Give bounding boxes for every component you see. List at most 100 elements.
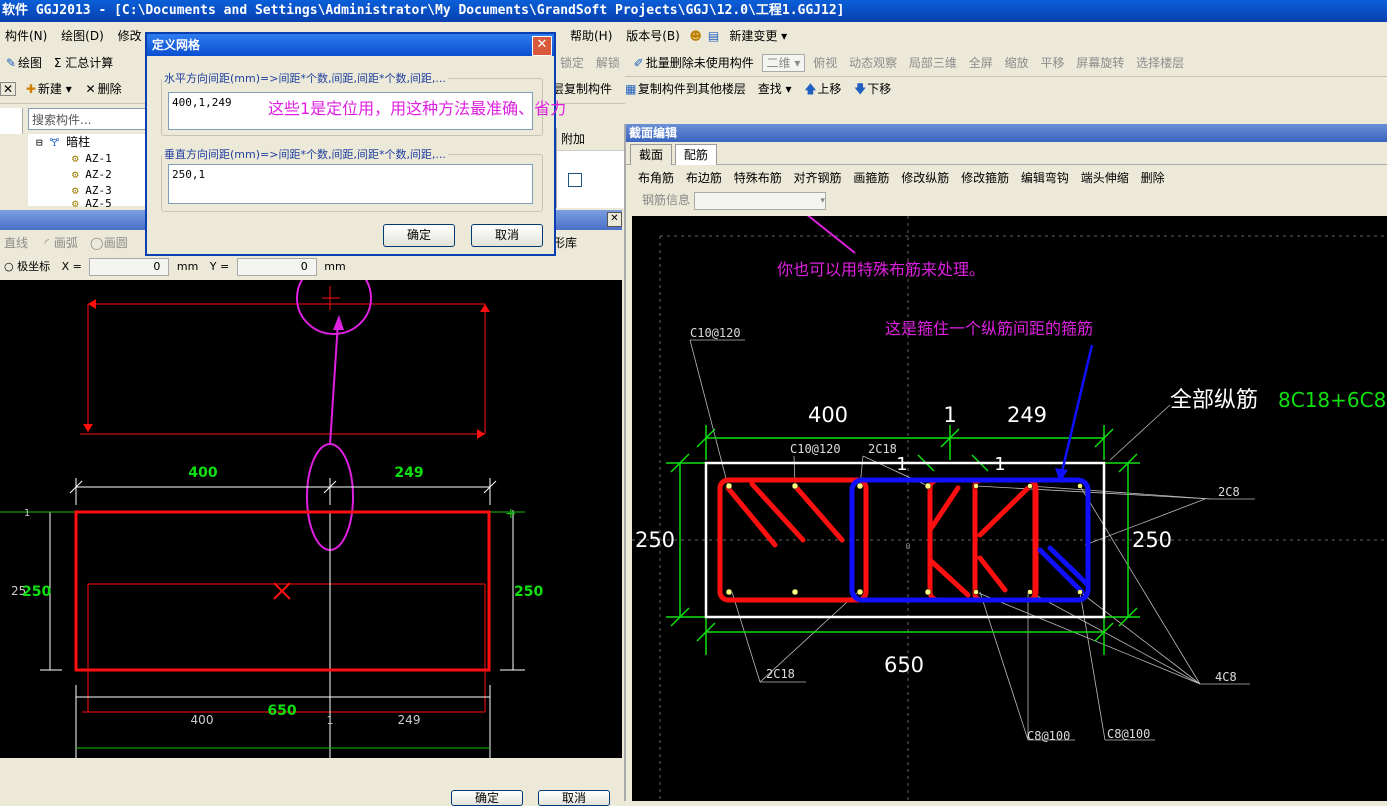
label-c8-100: C8@100 [1107,727,1150,741]
new-icon: ✚ [25,82,36,96]
dim-400: 400 [808,403,848,427]
extra-checkbox[interactable] [568,173,582,187]
arrow-up-icon: 🡅 [804,82,817,96]
tree-item[interactable]: ⚙ AZ-3 [28,183,146,199]
outer-dialog-footer [0,758,624,801]
dim-249: 249 [1007,403,1047,427]
edit-hook-button[interactable]: 编辑弯钩 [1017,165,1073,191]
menu-item-new-change[interactable]: 新建变更 ▾ [724,22,792,50]
corner-rebar-button[interactable]: 布角筋 [634,165,678,191]
tree-root[interactable]: ⊟ 🝖 暗柱 [28,134,146,151]
mm-unit: mm [324,260,346,273]
batch-delete-button[interactable]: ✐ 批量删除未使用构件 [628,50,758,76]
fullscreen-button[interactable]: 全屏 [965,50,997,76]
property-header-extra: 附加 [557,128,625,151]
dim-bottom-650: 650 [267,703,296,719]
local-3d-button[interactable]: 局部三维 [905,50,961,76]
special-rebar-button[interactable]: 特殊布筋 [730,165,786,191]
pan-button[interactable]: 平移 [1036,50,1068,76]
edge-rebar-button[interactable]: 布边筋 [682,165,726,191]
end-stretch-button[interactable]: 端头伸缩 [1077,165,1133,191]
find-button[interactable]: 查找 ▾ [754,76,796,102]
dim-sub-400: 400 [191,713,214,727]
lock-button[interactable]: 锁定 [556,50,588,76]
shape-library-button[interactable]: 形库 [553,230,577,256]
left-strip [0,108,23,134]
zoom-button[interactable]: 缩放 [1001,50,1033,76]
dim-sub-249: 249 [398,713,421,727]
gear-icon: ⚙ [72,168,79,181]
close-tree-button[interactable]: ✕ [0,82,17,96]
move-up-button[interactable]: 🡅上移 [799,76,845,102]
summary-calc-button[interactable]: Σ 汇总计算 [50,50,117,76]
new-change-icon: ▤ [707,29,720,43]
tab-rebar[interactable]: 配筋 [674,144,717,165]
stirrup-note: 这是箍住一个纵筋间距的箍筋 [885,319,1093,338]
dialog-annotation: 这些1是定位用，用这种方法最准确、省力 [268,99,567,118]
top-view-button[interactable]: 俯视 [809,50,841,76]
window-title: 软件 GGJ2013 - [C:\Documents and Settings\… [0,0,1387,22]
cancel-button[interactable]: 取消 [471,224,543,247]
rotate-button[interactable]: 屏幕旋转 [1072,50,1128,76]
y-input[interactable]: 0 [236,258,317,276]
new-button[interactable]: ✚ 新建 ▾ [20,76,76,102]
section-canvas[interactable]: 400 1 249 1 1 250 250 650 0 全部纵筋 8C18+6C… [632,216,1387,801]
cursor-plus: + [505,506,517,522]
all-rebar-value: 8C18+6C8 [1278,388,1386,412]
tree-item[interactable]: ⚙ AZ-1 [28,151,146,167]
tree-item[interactable]: ⚙ AZ-5 [28,199,146,207]
close-icon[interactable]: ✕ [532,36,552,56]
menu-item-modify[interactable]: 修改 [113,22,147,50]
label-4c8: 4C8 [1215,670,1237,684]
line-button[interactable]: 直线 [0,230,32,256]
ok-button[interactable]: 确定 [383,224,455,247]
tab-section[interactable]: 截面 [630,144,673,165]
polar-radio[interactable]: ○ 极坐标 [0,256,54,278]
dim-sub-1: 1 [327,714,334,727]
grid-preview [82,583,486,713]
x-input[interactable]: 0 [89,258,170,276]
delete-icon: ✕ [85,82,96,96]
select-floor-button[interactable]: 选择楼层 [1132,50,1188,76]
move-down-button[interactable]: 🡇下移 [849,76,895,102]
arc-button[interactable]: ◜ 画弧 [36,230,82,256]
section-panel-title: 截面编辑 [626,124,1387,142]
highlight-circle [296,280,372,335]
outer-cancel-button[interactable]: 取消 [538,790,610,806]
edit-stirrup-button[interactable]: 修改箍筋 [957,165,1013,191]
dialog-title: 定义网格 [147,34,554,56]
grid-canvas[interactable]: + 400 249 25 250 250 1 650 400 1 249 [0,280,622,758]
rebar-info-select[interactable]: ▾ [693,191,826,210]
unlock-button[interactable]: 解锁 [592,50,624,76]
define-grid-dialog: 定义网格 ✕ 水平方向间距(mm)=>间距*个数,间距,间距*个数,间距,...… [145,32,556,256]
align-rebar-button[interactable]: 对齐钢筋 [790,165,846,191]
delete-rebar-button[interactable]: 删除 [1137,165,1169,191]
menu-item-draw[interactable]: 绘图(D) [56,22,109,50]
toolbar-component-right: 层复制构件 ▦复制构件到其他楼层 查找 ▾ 🡅上移 🡇下移 [548,76,895,103]
dim-right-250: 250 [514,584,543,600]
arrow-head [480,304,490,312]
outer-ok-button[interactable]: 确定 [451,790,523,806]
circle-icon: ◯ [89,236,104,250]
menu-item-help[interactable]: 帮助(H) [565,22,617,50]
draw-stirrup-button[interactable]: 画箍筋 [849,165,893,191]
dim-right-250: 250 [1132,528,1172,552]
delete-button[interactable]: ✕ 删除 [80,76,126,102]
special-rebar-note: 你也可以用特殊布筋来处理。 [777,260,985,279]
view-mode-select[interactable]: 二维 ▾ [761,54,806,72]
menu-item-component[interactable]: 构件(N) [0,22,52,50]
vertical-spacing-input[interactable]: 250,1 [168,164,533,204]
menu-item-version[interactable]: 版本号(B) [621,22,685,50]
circle-button[interactable]: ◯画圆 [86,230,132,256]
orbit-button[interactable]: 动态观察 [845,50,901,76]
origin-label: 0 [905,542,910,551]
tree-item[interactable]: ⚙ AZ-2 [28,167,146,183]
arc-icon: ◜ [44,236,50,250]
copy-to-other-floor-button[interactable]: ▦复制构件到其他楼层 [620,76,750,102]
close-icon[interactable]: ✕ [607,212,622,227]
grid-preview [80,286,486,435]
draw-button[interactable]: ✎ 绘图 [0,50,46,76]
search-input[interactable]: 搜索构件... [28,108,148,130]
edit-longitudinal-button[interactable]: 修改纵筋 [897,165,953,191]
brush-icon: ✐ [633,56,644,70]
